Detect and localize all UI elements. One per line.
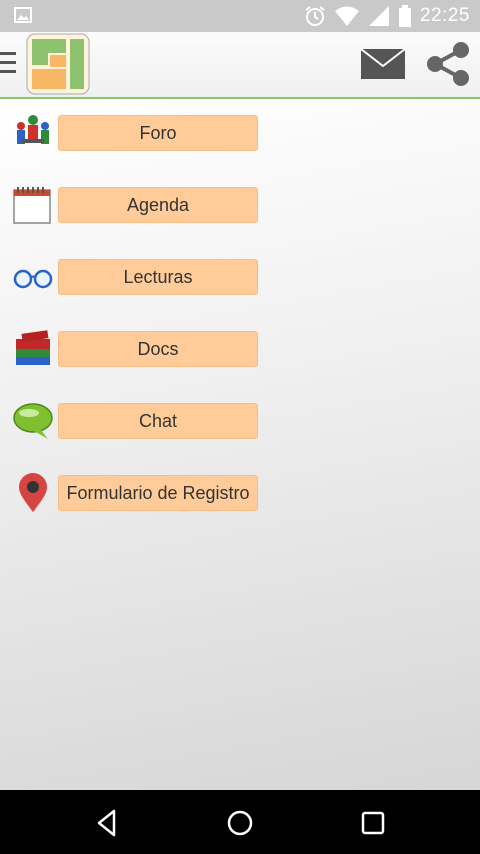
chat-bubble-icon	[13, 403, 53, 439]
agenda-button[interactable]: Agenda	[58, 187, 258, 223]
glasses-icon	[13, 269, 53, 289]
app-logo[interactable]	[26, 33, 90, 95]
menu-item-agenda: Agenda	[0, 185, 480, 225]
menu-item-formulario: Formulario de Registro	[0, 473, 480, 513]
app-bar	[0, 32, 480, 99]
back-icon[interactable]	[90, 806, 124, 840]
mail-icon[interactable]	[360, 46, 406, 82]
people-icon	[17, 115, 49, 144]
foro-button[interactable]: Foro	[58, 115, 258, 151]
menu-item-lecturas: Lecturas	[0, 257, 480, 297]
books-icon	[16, 330, 50, 365]
main-content: Foro Agenda Lecturas Docs Chat Formulari…	[0, 99, 480, 790]
calendar-icon	[13, 187, 51, 224]
formulario-button[interactable]: Formulario de Registro	[58, 475, 258, 511]
battery-icon	[398, 5, 411, 27]
status-bar: 22:25	[0, 0, 480, 32]
wifi-icon	[334, 6, 359, 26]
lecturas-button[interactable]: Lecturas	[58, 259, 258, 295]
share-icon[interactable]	[425, 41, 471, 87]
image-icon	[14, 7, 32, 23]
docs-button[interactable]: Docs	[58, 331, 258, 367]
alarm-icon	[305, 6, 325, 26]
menu-item-chat: Chat	[0, 401, 480, 441]
recents-icon[interactable]	[356, 806, 390, 840]
home-icon[interactable]	[223, 806, 257, 840]
signal-icon	[368, 6, 389, 26]
status-time: 22:25	[419, 5, 470, 26]
system-nav-bar	[0, 790, 480, 854]
hamburger-icon[interactable]	[0, 52, 18, 78]
menu-item-docs: Docs	[0, 329, 480, 369]
chat-button[interactable]: Chat	[58, 403, 258, 439]
menu-item-foro: Foro	[0, 113, 480, 153]
map-pin-icon	[19, 473, 47, 512]
